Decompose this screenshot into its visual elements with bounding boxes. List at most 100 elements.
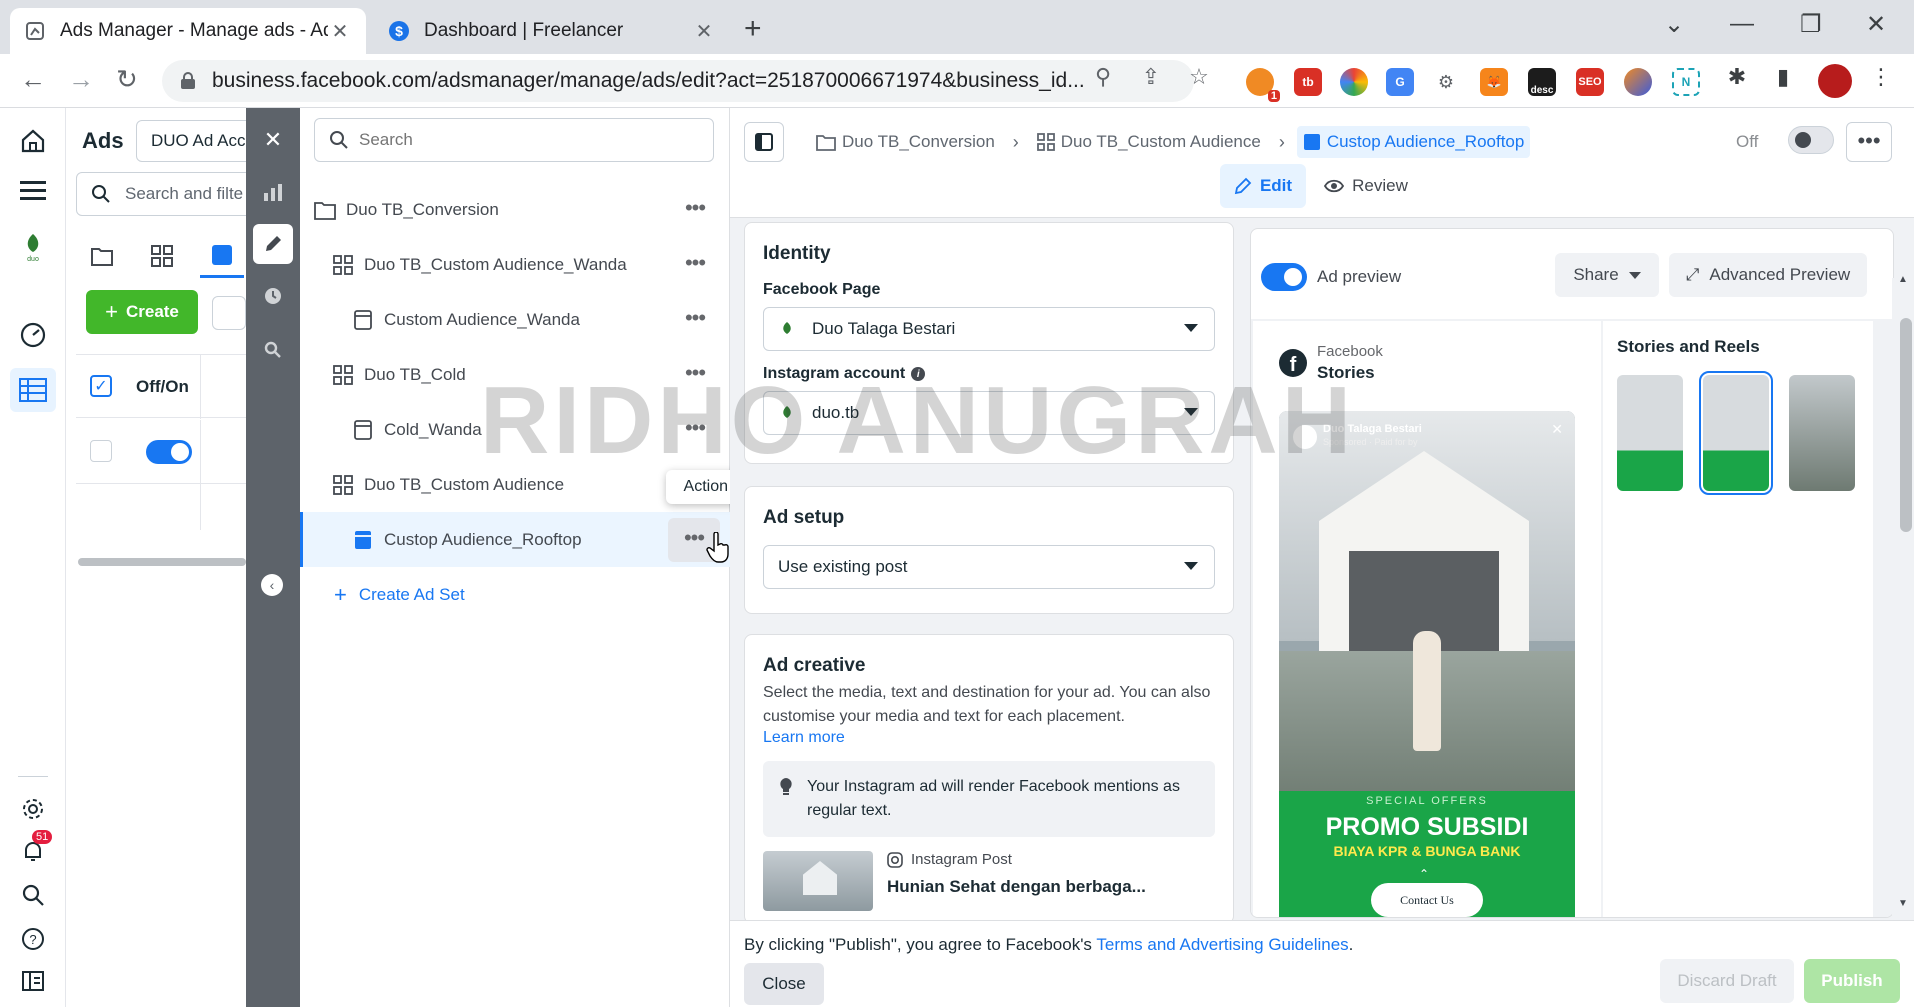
history-clock-icon[interactable] <box>253 276 293 316</box>
tree-item-ad[interactable]: Cold_Wanda ••• <box>300 402 730 457</box>
tab-review[interactable]: Review <box>1316 164 1416 208</box>
extension-color-icon[interactable] <box>1340 68 1368 96</box>
scroll-down-icon[interactable]: ▼ <box>1898 898 1908 909</box>
collapse-chevron-icon[interactable]: ‹ <box>261 574 283 596</box>
extension-metamask-icon[interactable]: 🦊 <box>1480 68 1508 96</box>
placement-thumbnail[interactable] <box>1789 375 1855 491</box>
back-icon[interactable]: ← <box>20 64 46 95</box>
tree-item-adset[interactable]: Duo TB_Cold ••• <box>300 347 730 402</box>
more-options-icon[interactable]: ••• <box>1846 122 1892 162</box>
campaigns-tab-icon[interactable] <box>80 234 124 278</box>
scrollbar-thumb[interactable] <box>1900 318 1912 532</box>
address-bar[interactable]: business.facebook.com/adsmanager/manage/… <box>162 60 1194 102</box>
inspect-magnifier-icon[interactable] <box>253 330 293 370</box>
discard-draft-button[interactable]: Discard Draft <box>1660 959 1794 1003</box>
extension-desc-icon[interactable]: desc <box>1528 68 1556 96</box>
profile-avatar[interactable] <box>1818 64 1852 98</box>
tab-search-icon[interactable]: ⌄ <box>1664 10 1684 39</box>
extension-n-icon[interactable]: N <box>1672 68 1700 96</box>
breadcrumb-ad[interactable]: Custop Audience_Rooftop <box>1296 126 1531 158</box>
forward-icon[interactable]: → <box>68 64 94 95</box>
hamburger-menu-icon[interactable] <box>18 176 48 206</box>
close-tab-icon[interactable]: ✕ <box>328 19 352 44</box>
toggle-tree-icon[interactable] <box>744 122 784 162</box>
ad-preview-toggle[interactable] <box>1261 263 1307 291</box>
placement-thumbnail[interactable] <box>1617 375 1683 491</box>
zoom-icon[interactable]: ⚲ <box>1088 64 1118 94</box>
edit-pencil-icon[interactable] <box>253 224 293 264</box>
tree-item-more-icon[interactable]: ••• <box>680 195 710 225</box>
selected-post[interactable]: Instagram Post Hunian Sehat dengan berba… <box>763 851 1215 911</box>
tree-search-input[interactable] <box>359 130 699 150</box>
extension-hub-icon[interactable]: ⚙ <box>1432 68 1460 96</box>
scroll-up-icon[interactable]: ▲ <box>1898 274 1908 285</box>
ad-setup-select[interactable]: Use existing post <box>763 545 1215 589</box>
extensions-puzzle-icon[interactable]: ✱ <box>1722 64 1752 94</box>
settings-gear-icon[interactable] <box>18 794 48 824</box>
new-tab-icon[interactable]: + <box>744 12 762 46</box>
home-icon[interactable] <box>18 126 48 156</box>
tree-item-ad[interactable]: Custom Audience_Wanda ••• <box>300 292 730 347</box>
tree-item-adset[interactable]: Duo TB_Custom Audience_Wanda ••• <box>300 237 730 292</box>
create-adset-link[interactable]: + Create Ad Set <box>334 582 465 608</box>
tab-ads-manager[interactable]: Ads Manager - Manage ads - Ad ✕ <box>10 8 366 54</box>
restore-icon[interactable]: ❐ <box>1800 10 1822 39</box>
charts-icon[interactable] <box>253 172 293 212</box>
tree-item-more-icon[interactable]: ••• <box>680 415 710 445</box>
ad-account-selector[interactable]: DUO Ad Acco <box>136 120 256 162</box>
tree-item-more-icon[interactable]: ••• <box>680 360 710 390</box>
tree-item-more-icon[interactable]: ••• <box>680 250 710 280</box>
create-button[interactable]: + Create <box>86 290 198 334</box>
minimize-icon[interactable]: — <box>1730 10 1754 38</box>
story-close-icon[interactable]: ✕ <box>1551 421 1563 438</box>
row-on-off-toggle[interactable] <box>146 440 192 464</box>
ads-manager-table-icon[interactable] <box>10 368 56 412</box>
help-icon[interactable]: ? <box>18 924 48 954</box>
instagram-account-select[interactable]: duo.tb <box>763 391 1215 435</box>
tree-item-ad-selected[interactable]: Custop Audience_Rooftop ••• <box>300 512 730 567</box>
row-checkbox[interactable] <box>90 440 112 462</box>
close-button[interactable]: Close <box>744 963 824 1005</box>
notifications-bell-icon[interactable]: 51 <box>18 830 53 866</box>
extension-seo-icon[interactable]: SEO <box>1576 68 1604 96</box>
extension-translate-icon[interactable]: G <box>1386 68 1414 96</box>
share-page-icon[interactable]: ⇪ <box>1136 64 1166 94</box>
tree-item-campaign[interactable]: Duo TB_Conversion ••• <box>300 182 730 237</box>
breadcrumb-campaign[interactable]: Duo TB_Conversion <box>810 126 1001 158</box>
search-icon[interactable] <box>18 880 48 910</box>
editor-scrollbar[interactable]: ▲ ▼ <box>1892 274 1914 918</box>
close-tab-icon[interactable]: ✕ <box>692 19 716 44</box>
info-icon[interactable]: i <box>911 367 926 381</box>
publish-button[interactable]: Publish <box>1804 959 1900 1003</box>
cta-button[interactable]: Contact Us <box>1371 883 1483 917</box>
side-panel-icon[interactable]: ▮ <box>1768 64 1798 94</box>
extension-1-icon[interactable]: 1 <box>1246 68 1280 102</box>
tree-search-box[interactable] <box>314 118 714 162</box>
ads-tab-icon[interactable] <box>200 234 244 278</box>
adsets-tab-icon[interactable] <box>140 234 184 278</box>
advanced-preview-button[interactable]: ⤢ Advanced Preview <box>1669 253 1867 297</box>
terms-link[interactable]: Terms and Advertising Guidelines <box>1096 935 1348 954</box>
dashboard-gauge-icon[interactable] <box>18 320 48 350</box>
ad-status-toggle[interactable] <box>1788 126 1834 154</box>
close-editor-icon[interactable]: ✕ <box>253 120 293 160</box>
extension-tb-icon[interactable]: tb <box>1294 68 1322 96</box>
tab-edit[interactable]: Edit <box>1220 164 1306 208</box>
tab-freelancer[interactable]: $ Dashboard | Freelancer ✕ <box>374 8 730 54</box>
close-window-icon[interactable]: ✕ <box>1866 10 1886 39</box>
share-button[interactable]: Share <box>1555 253 1659 297</box>
business-logo-icon[interactable]: duo <box>18 232 48 262</box>
bookmark-star-icon[interactable]: ☆ <box>1184 64 1214 94</box>
browser-menu-icon[interactable]: ⋮ <box>1866 64 1896 94</box>
report-sidebar-icon[interactable] <box>18 966 48 996</box>
learn-more-link[interactable]: Learn more <box>763 729 845 746</box>
facebook-page-select[interactable]: Duo Talaga Bestari <box>763 307 1215 351</box>
duplicate-icon[interactable] <box>212 296 246 330</box>
horizontal-scrollbar[interactable] <box>78 558 246 566</box>
tree-item-more-icon[interactable]: ••• <box>680 305 710 335</box>
reload-icon[interactable]: ↻ <box>116 64 138 95</box>
breadcrumb-adset[interactable]: Duo TB_Custom Audience <box>1031 126 1267 158</box>
search-filter-input[interactable]: Search and filte <box>76 172 256 216</box>
placement-thumbnail-selected[interactable] <box>1699 371 1773 495</box>
extension-orb-icon[interactable] <box>1624 68 1652 96</box>
